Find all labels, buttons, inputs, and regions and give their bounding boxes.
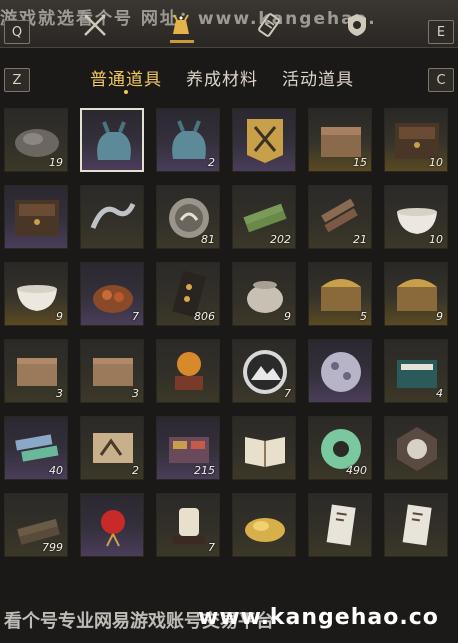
item-quantity: 4 (436, 387, 443, 400)
active-tab-indicator (124, 90, 128, 94)
inventory-slot[interactable]: 799 (4, 493, 68, 557)
inventory-slot[interactable]: 4 (384, 339, 448, 403)
pouch-icon[interactable] (168, 12, 194, 38)
tab-event-items[interactable]: 活动道具 (282, 65, 354, 90)
inventory-slot[interactable]: 7 (156, 493, 220, 557)
item-quantity: 3 (132, 387, 139, 400)
shield-badge-icon[interactable] (344, 12, 370, 38)
inventory-slot[interactable]: 3 (80, 339, 144, 403)
item-quantity: 40 (49, 464, 63, 477)
item-quantity: 9 (284, 310, 291, 323)
item-quantity: 7 (284, 387, 291, 400)
inventory-slot[interactable] (308, 339, 372, 403)
cabinet-chest-icon (15, 200, 59, 236)
item-quantity: 7 (208, 541, 215, 554)
red-lantern-icon (101, 510, 125, 547)
item-quantity: 7 (132, 310, 139, 323)
inventory-slot[interactable]: 806 (156, 262, 220, 326)
inventory-slot[interactable] (4, 185, 68, 249)
inventory-slot[interactable]: 2 (156, 108, 220, 172)
letter-card-icon (402, 504, 432, 546)
item-quantity: 490 (346, 464, 367, 477)
item-quantity: 9 (436, 310, 443, 323)
tab-common-items[interactable]: 普通道具 (90, 65, 162, 90)
item-quantity: 3 (56, 387, 63, 400)
letter-card-icon (326, 504, 356, 546)
inventory-slot[interactable]: 15 (308, 108, 372, 172)
inventory-slot[interactable]: 5 (308, 262, 372, 326)
inventory-slot[interactable] (384, 416, 448, 480)
inventory-slot[interactable]: 9 (232, 262, 296, 326)
inventory-slot[interactable]: 490 (308, 416, 372, 480)
inventory-slot[interactable]: 10 (384, 108, 448, 172)
inventory-slot[interactable]: 7 (232, 339, 296, 403)
inventory-slot[interactable] (156, 339, 220, 403)
inventory-slot[interactable] (232, 493, 296, 557)
gold-pile-icon (245, 518, 285, 542)
inventory-slot[interactable] (232, 108, 296, 172)
inventory-slot[interactable]: 81 (156, 185, 220, 249)
inventory-slot[interactable]: 9 (384, 262, 448, 326)
watermark-bottom-url: www.kangehao.co (198, 605, 439, 630)
cloth-bag-icon (97, 121, 131, 160)
silver-dragon-icon (90, 202, 136, 229)
tab-cultivation-materials[interactable]: 养成材料 (186, 65, 258, 90)
key-c-button[interactable]: C (428, 68, 454, 92)
inventory-slot[interactable]: 202 (232, 185, 296, 249)
key-e-button[interactable]: E (428, 20, 454, 44)
spotted-ball-icon (321, 352, 361, 392)
scroll-icon[interactable] (256, 12, 282, 38)
orb-pedestal-icon (175, 352, 203, 390)
active-underline (170, 40, 194, 43)
inventory-slot[interactable]: 7 (80, 262, 144, 326)
item-quantity: 15 (353, 156, 367, 169)
item-quantity: 81 (201, 233, 215, 246)
item-quantity: 21 (353, 233, 367, 246)
inventory-slot[interactable] (80, 185, 144, 249)
key-z-button[interactable]: Z (4, 68, 30, 92)
inventory-slot[interactable]: 19 (4, 108, 68, 172)
open-book-icon (245, 437, 285, 467)
tabs-row: Z 普通道具 养成材料 活动道具 C (0, 56, 458, 100)
top-bar: 游戏就选看个号 网址：www.kangehao. Q E (0, 0, 458, 48)
inventory-slot[interactable]: 2 (80, 416, 144, 480)
item-quantity: 19 (49, 156, 63, 169)
inventory-slot[interactable]: 215 (156, 416, 220, 480)
inventory-slot[interactable]: 40 (4, 416, 68, 480)
item-quantity: 5 (360, 310, 367, 323)
item-quantity: 202 (270, 233, 291, 246)
inventory-slot[interactable] (384, 493, 448, 557)
item-quantity: 2 (208, 156, 215, 169)
sword-banner-icon (247, 119, 283, 163)
inventory-slot[interactable] (232, 416, 296, 480)
item-quantity: 2 (132, 464, 139, 477)
inventory-slot[interactable]: 9 (4, 262, 68, 326)
ornate-token-icon (397, 427, 437, 471)
inventory-slot[interactable]: 10 (384, 185, 448, 249)
item-quantity: 799 (42, 541, 63, 554)
key-q-button[interactable]: Q (4, 20, 30, 44)
inventory-slot[interactable] (80, 108, 144, 172)
item-quantity: 806 (194, 310, 215, 323)
inventory-slot[interactable] (80, 493, 144, 557)
crossed-swords-icon[interactable] (82, 12, 108, 38)
item-quantity: 10 (429, 233, 443, 246)
item-quantity: 215 (194, 464, 215, 477)
item-quantity: 9 (56, 310, 63, 323)
item-quantity: 10 (429, 156, 443, 169)
inventory-slot[interactable]: 21 (308, 185, 372, 249)
inventory-slot[interactable]: 3 (4, 339, 68, 403)
inventory-slot[interactable] (308, 493, 372, 557)
